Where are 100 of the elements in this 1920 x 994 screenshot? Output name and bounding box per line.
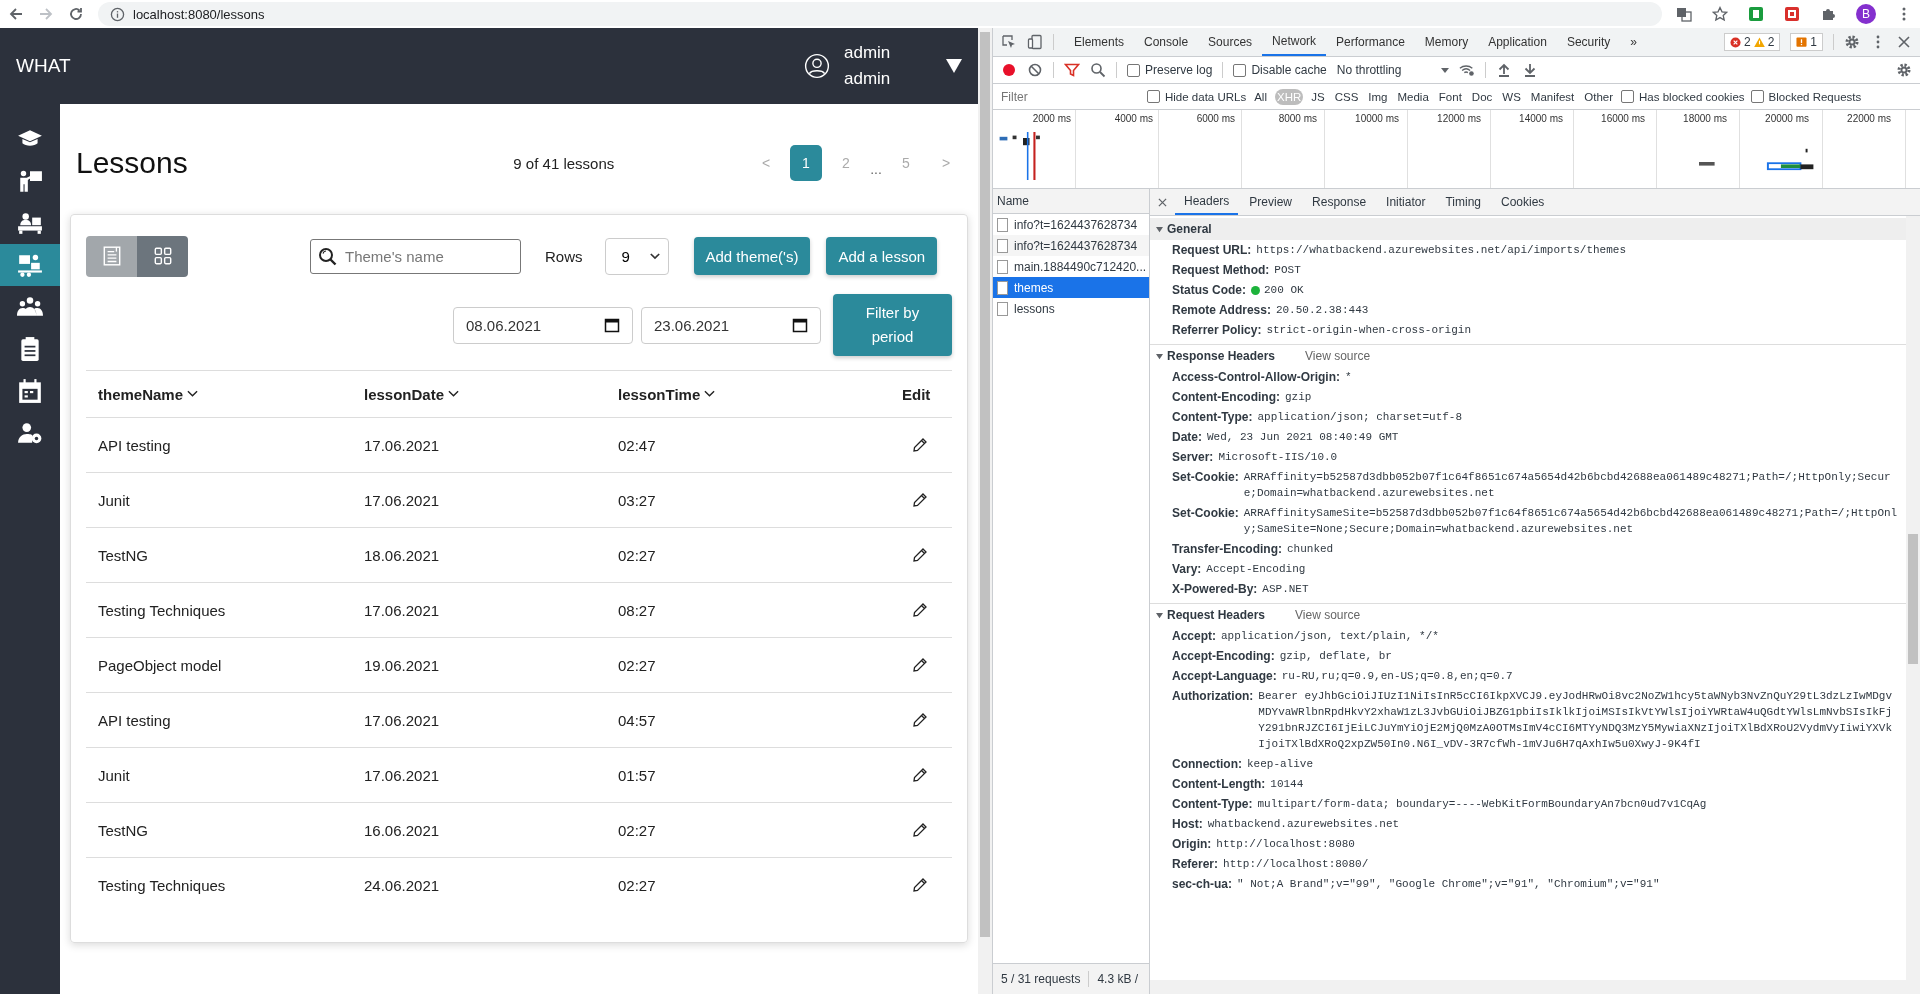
filter-button[interactable]: Filter by period (833, 294, 952, 356)
header-value: keep-alive (1247, 757, 1314, 772)
header-name: Connection: (1172, 756, 1242, 772)
devtools-tab[interactable]: Elements (1064, 28, 1135, 56)
header-name: Vary: (1172, 561, 1202, 577)
header-name: Access-Control-Allow-Origin: (1172, 369, 1340, 385)
request-row[interactable]: info?t=1624437628734 (993, 214, 1149, 235)
section-title[interactable]: Request Headers (1167, 608, 1266, 622)
type-filter[interactable]: Doc (1469, 88, 1495, 105)
column-header[interactable]: Edit (892, 385, 952, 403)
type-filter[interactable]: Font (1436, 88, 1464, 105)
type-filter[interactable]: CSS (1332, 88, 1361, 105)
type-filter[interactable]: Other (1582, 88, 1616, 105)
blocked-cookies-checkbox[interactable]: Has blocked cookies (1621, 90, 1745, 103)
name-column-header[interactable]: Name (993, 189, 1149, 214)
detail-tab[interactable]: Headers (1175, 189, 1239, 215)
type-filter[interactable]: JS (1309, 88, 1327, 105)
devtools-tab[interactable]: Security (1556, 28, 1621, 56)
header-value: Wed, 23 Jun 2021 08:40:49 GMT (1207, 430, 1400, 445)
add-lesson-button[interactable]: Add a lesson (826, 237, 938, 275)
blocked-requests-checkbox[interactable]: Blocked Requests (1750, 90, 1862, 103)
devtools-tab[interactable]: Application (1478, 28, 1557, 56)
header-name: Date: (1172, 429, 1202, 445)
devtools-tab[interactable]: Sources (1198, 28, 1263, 56)
table-cell-text: 02:27 (617, 656, 657, 674)
request-row[interactable]: info?t=1624437628734 (993, 235, 1149, 256)
view-source-link[interactable]: View source (1305, 349, 1371, 363)
view-source-link[interactable]: View source (1295, 608, 1361, 622)
detail-tab[interactable]: Initiator (1377, 189, 1435, 215)
devtools-tab[interactable]: Console (1134, 28, 1199, 56)
table-cell-text: TestNG (97, 821, 149, 839)
time-tick: 18000 ms (1682, 112, 1728, 126)
add-theme-button[interactable]: Add theme('s) (693, 237, 811, 275)
more-tabs-button[interactable]: » (1620, 28, 1647, 56)
devtools-tab[interactable]: Memory (1414, 28, 1479, 56)
profile-avatar[interactable]: B (1856, 4, 1876, 24)
warning-count: 2 (1767, 35, 1775, 49)
preserve-log-checkbox[interactable]: Preserve log (1127, 63, 1213, 77)
header-value: ARRAffinity=b52587d3dbb052b07f1c64f8651c674a5654d42b6bcbd42688ea061489c48271;Path=/;HttpOnly;Secure;Domain=whatbackend.azurewebsites.net (1243, 470, 1892, 501)
transfer-size: 4.3 kB / (1097, 972, 1139, 986)
type-filter[interactable]: Manifest (1528, 88, 1577, 105)
table-cell-text: 01:57 (617, 766, 657, 784)
table-cell-text: Testing Techniques (97, 601, 227, 619)
page-button[interactable]: 1 (790, 145, 822, 181)
section-title[interactable]: Response Headers (1167, 349, 1276, 363)
header-value: strict-origin-when-cross-origin (1266, 323, 1472, 338)
error-warning-badge[interactable]: 2 2 (1723, 33, 1781, 51)
header-value: 20.50.2.38:443 (1275, 303, 1370, 318)
header-name: Status Code: (1172, 282, 1246, 298)
header-value: Accept-Encoding (1206, 562, 1307, 577)
address-bar[interactable]: localhost:8080/lessons (98, 2, 1662, 26)
table-cell-text: Testing Techniques (97, 876, 227, 894)
request-row[interactable]: main.1884490c712420... (993, 256, 1149, 277)
table-cell-text: Junit (97, 766, 131, 784)
detail-tab[interactable]: Timing (1436, 189, 1490, 215)
header-value: gzip, deflate, br (1279, 649, 1393, 664)
time-tick: 6000 ms (1195, 112, 1236, 126)
header-name: Authorization: (1172, 688, 1254, 704)
column-header[interactable]: themeName (86, 385, 352, 403)
header-name: Remote Address: (1172, 302, 1271, 318)
section-title[interactable]: General (1167, 222, 1212, 236)
table-cell-text: 02:47 (617, 436, 657, 454)
header-name: Content-Length: (1172, 776, 1266, 792)
brand-name[interactable]: WHAT (16, 55, 71, 77)
date-field[interactable]: 23.06.2021 (641, 306, 821, 344)
detail-tab[interactable]: Preview (1240, 189, 1302, 215)
date-field[interactable]: 08.06.2021 (453, 306, 633, 344)
header-name: Content-Encoding: (1172, 389, 1280, 405)
request-row[interactable]: lessons (993, 298, 1149, 319)
detail-tab[interactable]: Response (1303, 189, 1376, 215)
hide-data-urls-checkbox[interactable]: Hide data URLs (1147, 90, 1247, 103)
column-header[interactable]: lessonTime (606, 385, 892, 403)
type-filter[interactable]: Media (1395, 88, 1431, 105)
detail-tab[interactable]: Cookies (1492, 189, 1554, 215)
user-name: admin (844, 42, 892, 64)
column-header[interactable]: lessonDate (352, 385, 606, 403)
devtools-tab[interactable]: Network (1262, 28, 1327, 56)
search-field[interactable]: Theme's name (310, 238, 521, 274)
type-filter[interactable]: WS (1500, 88, 1523, 105)
type-filter[interactable]: All (1252, 88, 1269, 105)
header-name: Accept-Language: (1172, 668, 1277, 684)
request-row[interactable]: themes (993, 277, 1149, 298)
disable-cache-checkbox[interactable]: Disable cache (1233, 63, 1327, 77)
time-tick: 4000 ms (1113, 112, 1154, 126)
table-cell-text: Junit (97, 491, 131, 509)
header-value: https://whatbackend.azurewebsites.net/api/imports/themes (1256, 243, 1627, 258)
type-filter[interactable]: Img (1366, 88, 1390, 105)
rows-select[interactable]: 9 (604, 237, 669, 275)
header-name: Host: (1172, 816, 1203, 832)
issues-badge[interactable]: 1 (1790, 33, 1823, 51)
throttling-dropdown[interactable]: No throttling (1336, 63, 1450, 77)
request-count: 5 / 31 requests (1001, 972, 1081, 986)
table-cell-text: 17.06.2021 (363, 601, 441, 619)
time-tick: 16000 ms (1600, 112, 1646, 126)
devtools-tab[interactable]: Performance (1326, 28, 1415, 56)
rows-label: Rows (545, 247, 583, 265)
header-name: Accept-Encoding: (1172, 648, 1275, 664)
header-name: X-Powered-By: (1172, 581, 1258, 597)
header-value: 200 OK (1264, 283, 1305, 298)
header-name: Content-Type: (1172, 409, 1253, 425)
